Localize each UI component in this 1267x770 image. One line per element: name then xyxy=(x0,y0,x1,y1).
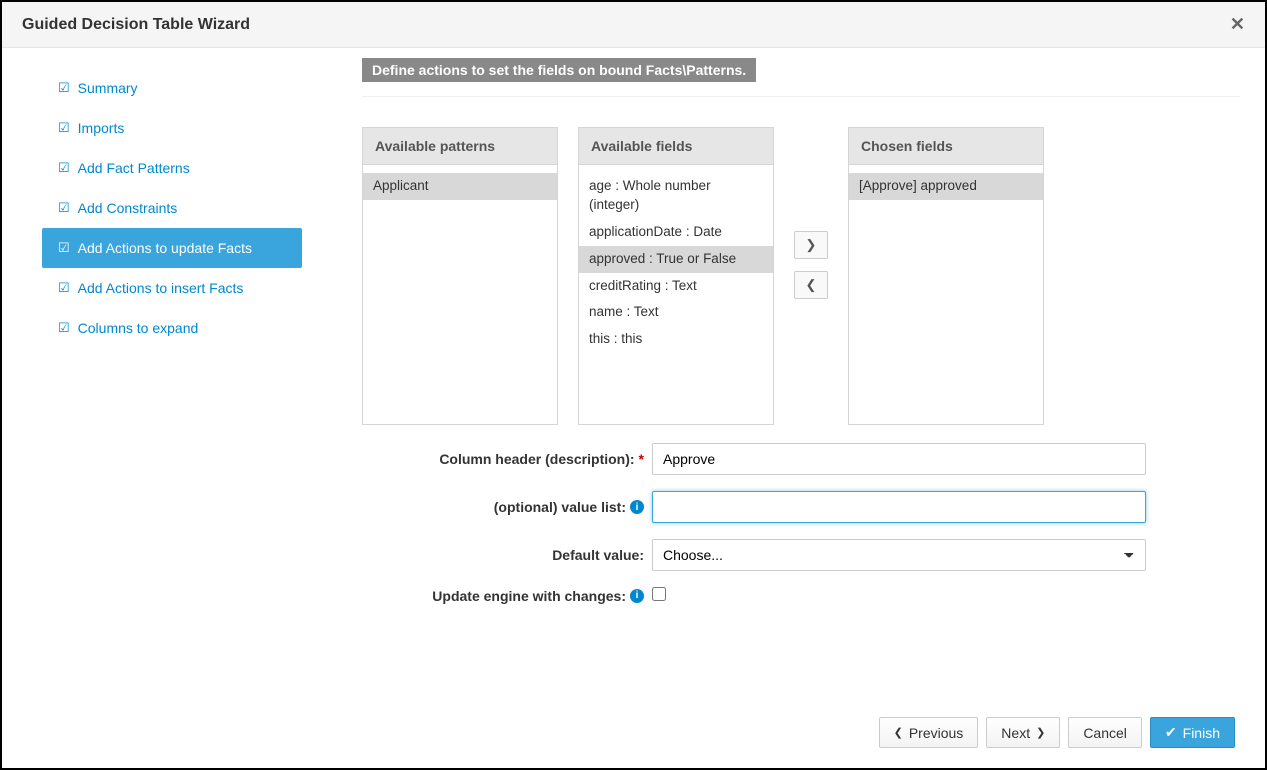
list-item[interactable]: applicationDate : Date xyxy=(579,219,773,246)
panel-header: Available patterns xyxy=(363,128,557,165)
form-label: Default value: xyxy=(362,547,652,563)
button-label: Finish xyxy=(1183,725,1220,741)
list-item[interactable]: creditRating : Text xyxy=(579,273,773,300)
panel-header: Available fields xyxy=(579,128,773,165)
sidebar-item-label: Add Actions to insert Facts xyxy=(78,280,244,296)
list-item[interactable]: name : Text xyxy=(579,299,773,326)
wizard-modal: Guided Decision Table Wizard ✕ ☑ Summary… xyxy=(0,0,1267,770)
panels-row: Available patterns Applicant Available f… xyxy=(362,127,1240,425)
chevron-right-icon: ❯ xyxy=(806,237,817,253)
check-icon: ☑ xyxy=(58,200,70,216)
list-item[interactable]: age : Whole number (integer) xyxy=(579,173,773,219)
column-header-input[interactable] xyxy=(652,443,1146,475)
available-patterns-panel: Available patterns Applicant xyxy=(362,127,558,425)
panel-body: Applicant xyxy=(363,165,557,424)
form-label: Column header (description): * xyxy=(362,451,652,467)
check-icon: ☑ xyxy=(58,280,70,296)
chevron-right-icon: ❯ xyxy=(1036,726,1045,739)
sidebar-item-label: Add Constraints xyxy=(78,200,178,216)
chevron-left-icon: ❮ xyxy=(894,726,903,739)
wizard-sidebar: ☑ Summary ☑ Imports ☑ Add Fact Patterns … xyxy=(2,58,302,678)
sidebar-item-summary[interactable]: ☑ Summary xyxy=(42,68,302,108)
form-label: Update engine with changes: i xyxy=(362,588,652,604)
transfer-arrows: ❯ ❮ xyxy=(794,127,828,299)
default-value-select[interactable]: Choose... xyxy=(652,539,1146,571)
finish-button[interactable]: ✔ Finish xyxy=(1150,717,1235,748)
label-text: Default value: xyxy=(552,547,644,563)
button-label: Next xyxy=(1001,725,1030,741)
check-icon: ✔ xyxy=(1165,724,1177,741)
label-text: Column header (description): xyxy=(439,451,634,467)
value-list-input[interactable] xyxy=(652,491,1146,523)
sidebar-item-update-facts[interactable]: ☑ Add Actions to update Facts xyxy=(42,228,302,268)
divider xyxy=(362,96,1240,97)
button-label: Previous xyxy=(909,725,963,741)
next-button[interactable]: Next ❯ xyxy=(986,717,1060,748)
sidebar-item-label: Add Fact Patterns xyxy=(78,160,190,176)
modal-title: Guided Decision Table Wizard xyxy=(22,16,250,34)
check-icon: ☑ xyxy=(58,160,70,176)
list-item[interactable]: approved : True or False xyxy=(579,246,773,273)
sidebar-item-label: Columns to expand xyxy=(78,320,199,336)
form-label: (optional) value list: i xyxy=(362,499,652,515)
info-icon[interactable]: i xyxy=(630,500,644,514)
sidebar-item-fact-patterns[interactable]: ☑ Add Fact Patterns xyxy=(42,148,302,188)
form-row-update-engine: Update engine with changes: i xyxy=(362,587,1240,604)
form-row-default-value: Default value: Choose... xyxy=(362,539,1240,571)
check-icon: ☑ xyxy=(58,240,70,256)
sidebar-item-imports[interactable]: ☑ Imports xyxy=(42,108,302,148)
close-icon[interactable]: ✕ xyxy=(1230,14,1245,35)
label-text: Update engine with changes: xyxy=(432,588,626,604)
check-icon: ☑ xyxy=(58,320,70,336)
panel-header: Chosen fields xyxy=(849,128,1043,165)
label-text: (optional) value list: xyxy=(494,499,626,515)
modal-body: ☑ Summary ☑ Imports ☑ Add Fact Patterns … xyxy=(2,48,1265,678)
sidebar-item-columns-expand[interactable]: ☑ Columns to expand xyxy=(42,308,302,348)
cancel-button[interactable]: Cancel xyxy=(1068,717,1142,748)
sidebar-item-label: Summary xyxy=(78,80,138,96)
panel-body: [Approve] approved xyxy=(849,165,1043,424)
list-item[interactable]: this : this xyxy=(579,326,773,353)
instruction-banner: Define actions to set the fields on boun… xyxy=(362,58,756,82)
check-icon: ☑ xyxy=(58,120,70,136)
modal-footer: ❮ Previous Next ❯ Cancel ✔ Finish xyxy=(2,703,1265,768)
move-right-button[interactable]: ❯ xyxy=(794,231,828,259)
sidebar-item-constraints[interactable]: ☑ Add Constraints xyxy=(42,188,302,228)
main-content: Define actions to set the fields on boun… xyxy=(302,58,1265,678)
form-row-value-list: (optional) value list: i xyxy=(362,491,1240,523)
button-label: Cancel xyxy=(1083,725,1127,741)
chosen-fields-panel: Chosen fields [Approve] approved xyxy=(848,127,1044,425)
sidebar-item-label: Add Actions to update Facts xyxy=(78,240,252,256)
form-row-column-header: Column header (description): * xyxy=(362,443,1240,475)
check-icon: ☑ xyxy=(58,80,70,96)
chevron-left-icon: ❮ xyxy=(806,277,817,293)
update-engine-checkbox[interactable] xyxy=(652,587,666,601)
sidebar-item-label: Imports xyxy=(78,120,125,136)
modal-header: Guided Decision Table Wizard ✕ xyxy=(2,2,1265,48)
panel-body: age : Whole number (integer) application… xyxy=(579,165,773,424)
available-fields-panel: Available fields age : Whole number (int… xyxy=(578,127,774,425)
list-item[interactable]: [Approve] approved xyxy=(849,173,1043,200)
list-item[interactable]: Applicant xyxy=(363,173,557,200)
move-left-button[interactable]: ❮ xyxy=(794,271,828,299)
required-icon: * xyxy=(639,451,644,467)
previous-button[interactable]: ❮ Previous xyxy=(879,717,979,748)
sidebar-item-insert-facts[interactable]: ☑ Add Actions to insert Facts xyxy=(42,268,302,308)
info-icon[interactable]: i xyxy=(630,589,644,603)
form-area: Column header (description): * (optional… xyxy=(362,443,1240,604)
